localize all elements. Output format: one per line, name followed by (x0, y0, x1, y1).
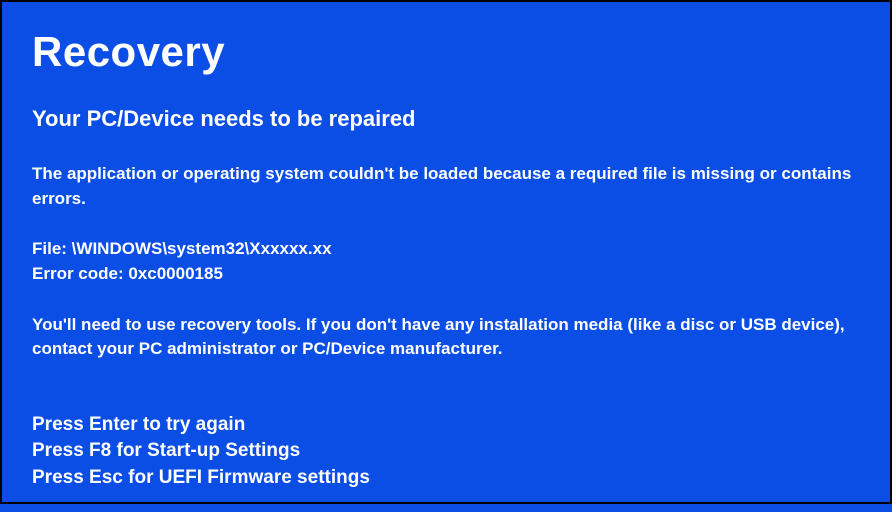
option-f8: Press F8 for Start-up Settings (32, 438, 860, 465)
page-subtitle: Your PC/Device needs to be repaired (32, 106, 860, 132)
key-options: Press Enter to try again Press F8 for St… (32, 412, 860, 492)
error-code: Error code: 0xc0000185 (32, 262, 860, 287)
option-esc: Press Esc for UEFI Firmware settings (32, 465, 860, 492)
page-title: Recovery (32, 28, 860, 76)
recovery-instructions: You'll need to use recovery tools. If yo… (32, 313, 860, 362)
recovery-screen: Recovery Your PC/Device needs to be repa… (2, 2, 890, 512)
error-details: File: \WINDOWS\system32\Xxxxxx.xx Error … (32, 237, 860, 286)
option-enter: Press Enter to try again (32, 412, 860, 439)
file-path: File: \WINDOWS\system32\Xxxxxx.xx (32, 237, 860, 262)
error-reason: The application or operating system coul… (32, 162, 860, 211)
